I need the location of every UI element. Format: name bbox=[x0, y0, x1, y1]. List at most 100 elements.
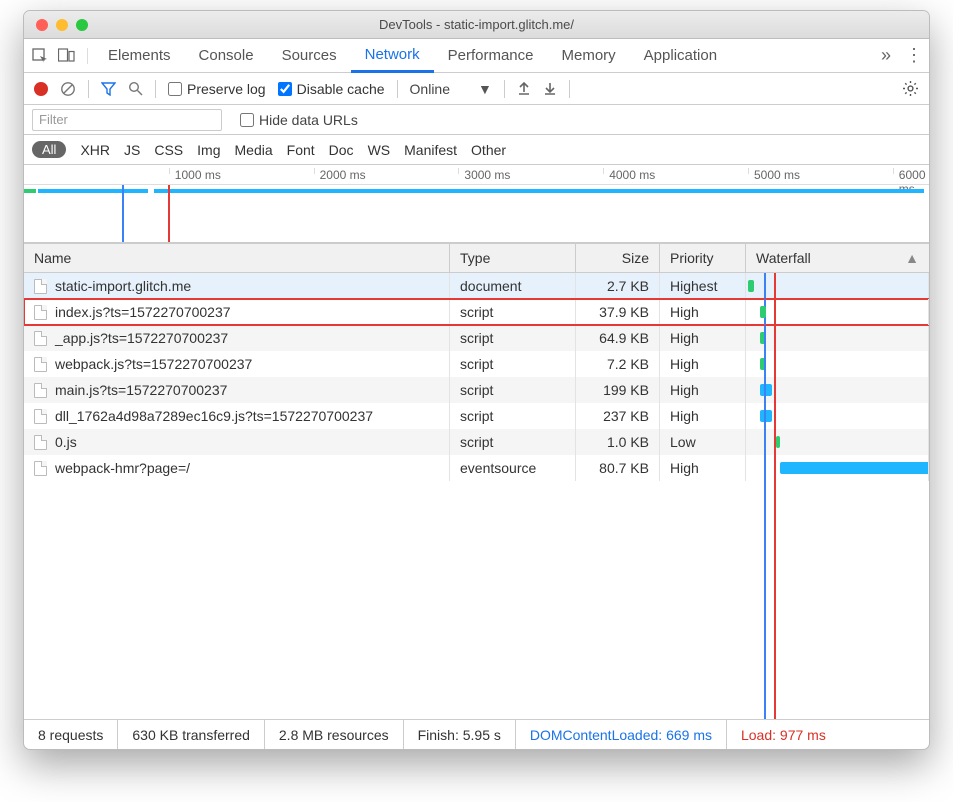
network-toolbar: Preserve log Disable cache Online ▼ bbox=[24, 73, 929, 105]
file-icon bbox=[34, 305, 47, 320]
type-filter-css[interactable]: CSS bbox=[154, 142, 183, 158]
col-name[interactable]: Name bbox=[24, 244, 450, 272]
search-icon[interactable] bbox=[128, 81, 143, 96]
requests-count: 8 requests bbox=[24, 720, 118, 749]
throttle-select[interactable]: Online ▼ bbox=[410, 81, 492, 97]
disable-cache-checkbox[interactable]: Disable cache bbox=[278, 81, 385, 97]
file-icon bbox=[34, 461, 47, 476]
device-toggle-icon[interactable] bbox=[58, 48, 75, 63]
table-row[interactable]: _app.js?ts=1572270700237script64.9 KBHig… bbox=[24, 325, 929, 351]
window-title: DevTools - static-import.glitch.me/ bbox=[24, 17, 929, 32]
request-name: static-import.glitch.me bbox=[55, 278, 191, 294]
request-name: 0.js bbox=[55, 434, 77, 450]
table-header: Name Type Size Priority Waterfall▲ bbox=[24, 243, 929, 273]
waterfall-cell bbox=[746, 325, 929, 351]
col-type[interactable]: Type bbox=[450, 244, 576, 272]
request-priority: Highest bbox=[660, 273, 746, 299]
hide-data-urls-label: Hide data URLs bbox=[259, 112, 358, 128]
titlebar: DevTools - static-import.glitch.me/ bbox=[24, 11, 929, 39]
table-row[interactable]: index.js?ts=1572270700237script37.9 KBHi… bbox=[24, 299, 929, 325]
file-icon bbox=[34, 409, 47, 424]
request-size: 237 KB bbox=[576, 403, 660, 429]
transferred: 630 KB transferred bbox=[118, 720, 265, 749]
table-row[interactable]: static-import.glitch.medocument2.7 KBHig… bbox=[24, 273, 929, 299]
type-filter-other[interactable]: Other bbox=[471, 142, 506, 158]
tab-performance[interactable]: Performance bbox=[434, 39, 548, 73]
waterfall-cell bbox=[746, 273, 929, 299]
window-controls bbox=[24, 19, 88, 31]
minimize-icon[interactable] bbox=[56, 19, 68, 31]
waterfall-cell bbox=[746, 429, 929, 455]
table-row[interactable]: webpack.js?ts=1572270700237script7.2 KBH… bbox=[24, 351, 929, 377]
tab-application[interactable]: Application bbox=[630, 39, 731, 73]
request-name: main.js?ts=1572270700237 bbox=[55, 382, 227, 398]
request-type: script bbox=[450, 377, 576, 403]
tick-label: 4000 ms bbox=[609, 168, 655, 182]
type-filter-font[interactable]: Font bbox=[287, 142, 315, 158]
request-name: _app.js?ts=1572270700237 bbox=[55, 330, 228, 346]
tick-label: 5000 ms bbox=[754, 168, 800, 182]
col-size[interactable]: Size bbox=[576, 244, 660, 272]
waterfall-cell bbox=[746, 299, 929, 325]
file-icon bbox=[34, 279, 47, 294]
waterfall-cell bbox=[746, 403, 929, 429]
chevron-down-icon: ▼ bbox=[478, 81, 492, 97]
status-bar: 8 requests 630 KB transferred 2.8 MB res… bbox=[24, 719, 929, 749]
filter-row: Filter Hide data URLs bbox=[24, 105, 929, 135]
tab-elements[interactable]: Elements bbox=[94, 39, 185, 73]
request-size: 7.2 KB bbox=[576, 351, 660, 377]
tab-sources[interactable]: Sources bbox=[268, 39, 351, 73]
table-row[interactable]: 0.jsscript1.0 KBLow bbox=[24, 429, 929, 455]
table-row[interactable]: webpack-hmr?page=/eventsource80.7 KBHigh bbox=[24, 455, 929, 481]
timeline-overview[interactable]: 1000 ms2000 ms3000 ms4000 ms5000 ms6000 … bbox=[24, 165, 929, 243]
clear-icon[interactable] bbox=[60, 81, 76, 97]
type-filter-js[interactable]: JS bbox=[124, 142, 140, 158]
type-filter-ws[interactable]: WS bbox=[368, 142, 391, 158]
inspect-icon[interactable] bbox=[32, 48, 48, 64]
request-type: eventsource bbox=[450, 455, 576, 481]
type-filter-xhr[interactable]: XHR bbox=[80, 142, 110, 158]
request-priority: High bbox=[660, 299, 746, 325]
tick-label: 2000 ms bbox=[320, 168, 366, 182]
zoom-icon[interactable] bbox=[76, 19, 88, 31]
preserve-log-checkbox[interactable]: Preserve log bbox=[168, 81, 266, 97]
table-row[interactable]: main.js?ts=1572270700237script199 KBHigh bbox=[24, 377, 929, 403]
type-filter-all[interactable]: All bbox=[32, 141, 66, 158]
settings-icon[interactable] bbox=[902, 80, 919, 97]
filter-input[interactable]: Filter bbox=[32, 109, 222, 131]
type-filter-img[interactable]: Img bbox=[197, 142, 220, 158]
request-size: 64.9 KB bbox=[576, 325, 660, 351]
request-name: webpack.js?ts=1572270700237 bbox=[55, 356, 252, 372]
col-priority[interactable]: Priority bbox=[660, 244, 746, 272]
col-waterfall[interactable]: Waterfall▲ bbox=[746, 244, 929, 272]
type-filter-manifest[interactable]: Manifest bbox=[404, 142, 457, 158]
request-size: 80.7 KB bbox=[576, 455, 660, 481]
throttle-label: Online bbox=[410, 81, 450, 97]
disable-cache-label: Disable cache bbox=[297, 81, 385, 97]
request-type: script bbox=[450, 403, 576, 429]
filter-icon[interactable] bbox=[101, 82, 116, 96]
type-filters: All XHR JS CSS Img Media Font Doc WS Manifest Othe… bbox=[24, 135, 929, 165]
tab-memory[interactable]: Memory bbox=[548, 39, 630, 73]
more-tabs-icon[interactable]: » bbox=[881, 45, 891, 66]
tab-network[interactable]: Network bbox=[351, 39, 434, 73]
file-icon bbox=[34, 383, 47, 398]
hide-data-urls-checkbox[interactable]: Hide data URLs bbox=[240, 112, 358, 128]
load-time: Load: 977 ms bbox=[727, 720, 840, 749]
request-priority: High bbox=[660, 377, 746, 403]
request-type: script bbox=[450, 299, 576, 325]
request-name: webpack-hmr?page=/ bbox=[55, 460, 190, 476]
type-filter-doc[interactable]: Doc bbox=[329, 142, 354, 158]
file-icon bbox=[34, 435, 47, 450]
sort-asc-icon: ▲ bbox=[905, 250, 919, 266]
close-icon[interactable] bbox=[36, 19, 48, 31]
table-row[interactable]: dll_1762a4d98a7289ec16c9.js?ts=157227070… bbox=[24, 403, 929, 429]
record-button[interactable] bbox=[34, 82, 48, 96]
download-icon[interactable] bbox=[543, 81, 557, 96]
tab-console[interactable]: Console bbox=[185, 39, 268, 73]
upload-icon[interactable] bbox=[517, 81, 531, 96]
request-size: 1.0 KB bbox=[576, 429, 660, 455]
kebab-menu-icon[interactable]: ⋮ bbox=[905, 45, 921, 66]
type-filter-media[interactable]: Media bbox=[235, 142, 273, 158]
network-table: Name Type Size Priority Waterfall▲ stati… bbox=[24, 243, 929, 719]
